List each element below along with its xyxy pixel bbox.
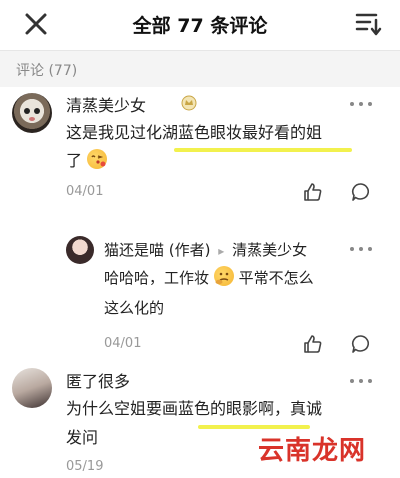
comment-text-line: 这是我见过化湖蓝色眼妆最好看的姐 bbox=[66, 123, 323, 142]
comment-text: 为什么空姐要画蓝色的眼影啊，真诚 bbox=[66, 395, 322, 423]
thumbs-up-icon[interactable] bbox=[302, 181, 324, 203]
page-title: 全部 77 条评论 bbox=[132, 15, 268, 37]
close-icon bbox=[25, 13, 47, 35]
reply-target-name[interactable]: 清蒸美少女 bbox=[232, 241, 307, 259]
avatar[interactable] bbox=[12, 368, 52, 408]
reply-date: 04/01 bbox=[104, 336, 142, 351]
comments-count-label: 评论 (77) bbox=[16, 63, 78, 79]
comment-text: 了 bbox=[66, 147, 108, 175]
highlight-mark bbox=[174, 148, 352, 152]
reply-bubble-icon[interactable] bbox=[350, 181, 372, 203]
top-bar: 全部 77 条评论 bbox=[0, 0, 400, 51]
close-button[interactable] bbox=[22, 10, 50, 38]
more-button[interactable] bbox=[350, 245, 374, 253]
avatar[interactable] bbox=[66, 236, 94, 264]
reply-bubble-icon[interactable] bbox=[350, 333, 372, 355]
comment-text-line: 发问 bbox=[66, 428, 99, 447]
sort-button[interactable] bbox=[354, 11, 382, 37]
author-role-badge: (作者) bbox=[168, 241, 211, 259]
comment-text-line: 了 bbox=[66, 151, 83, 170]
comment-text: 发问 bbox=[66, 424, 98, 452]
reply-author-name[interactable]: 猫还是喵 bbox=[104, 241, 164, 259]
commenter-name[interactable]: 清蒸美少女 bbox=[66, 92, 146, 116]
reply-text-line: 哈哈哈，工作妆 bbox=[104, 269, 210, 287]
reply-text: 这么化的 bbox=[104, 294, 164, 322]
reply-text: 哈哈哈，工作妆 平常不怎么 bbox=[104, 264, 314, 292]
reply-author: 猫还是喵 (作者) ▸ 清蒸美少女 bbox=[104, 239, 307, 260]
reply-text-line: 这么化的 bbox=[104, 299, 165, 317]
comments-section-header: 评论 (77) bbox=[0, 51, 400, 87]
cat-avatar-icon bbox=[24, 108, 40, 121]
reply-text-line: 平常不怎么 bbox=[238, 269, 314, 287]
more-button[interactable] bbox=[350, 377, 374, 385]
kiss-emoji-icon bbox=[87, 149, 108, 169]
avatar[interactable] bbox=[12, 93, 52, 133]
badge-icon bbox=[181, 95, 197, 111]
commenter-name[interactable]: 匿了很多 bbox=[66, 368, 130, 392]
thumbs-up-icon[interactable] bbox=[302, 333, 324, 355]
watermark-logo: 云南龙网 bbox=[257, 436, 366, 466]
more-button[interactable] bbox=[350, 100, 374, 108]
comment-date: 04/01 bbox=[66, 184, 104, 199]
thinking-emoji-icon bbox=[213, 266, 234, 286]
comment-date: 05/19 bbox=[66, 459, 104, 474]
comment-text: 这是我见过化湖蓝色眼妆最好看的姐 bbox=[66, 119, 322, 147]
highlight-mark bbox=[198, 425, 310, 429]
sort-icon bbox=[355, 13, 382, 36]
reply-arrow-icon: ▸ bbox=[218, 244, 225, 258]
comment-text-line: 为什么空姐要画蓝色的眼影啊，真诚 bbox=[66, 399, 323, 418]
